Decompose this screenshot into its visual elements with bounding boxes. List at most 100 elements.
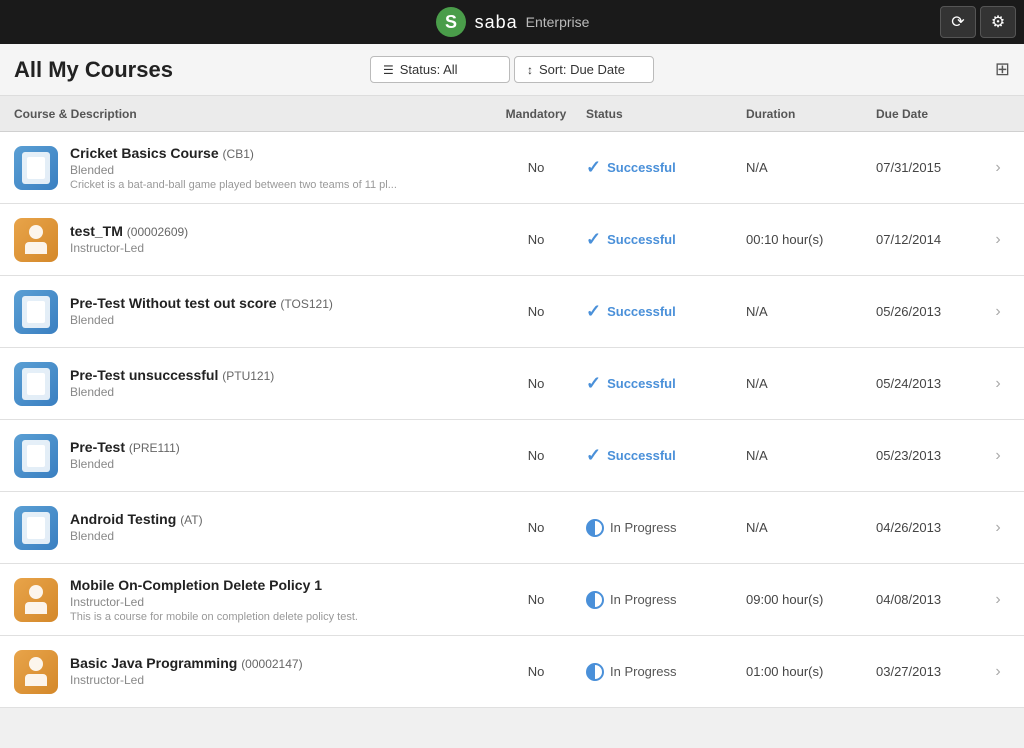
row-chevron-icon: › [986,447,1010,465]
cell-duration: N/A [746,376,876,391]
cell-due-date: 05/24/2013 [876,376,986,391]
row-chevron-icon: › [986,519,1010,537]
grid-view-button[interactable]: ⊞ [995,59,1010,80]
course-description: Cricket is a bat-and-ball game played be… [70,179,410,191]
course-name: Basic Java Programming (00002147) [70,655,486,671]
course-list: Cricket Basics Course (CB1) Blended Cricke… [0,132,1024,748]
course-type: Blended [70,385,486,399]
course-name: Android Testing (AT) [70,511,486,527]
cell-status: In Progress [586,519,746,537]
cell-mandatory: No [486,448,586,463]
cell-status: ✓ Successful [586,301,746,322]
brand-name: saba [475,12,518,33]
course-info: Cricket Basics Course (CB1) Blended Cricke… [70,145,486,191]
course-icon [14,434,58,478]
cell-due-date: 05/26/2013 [876,304,986,319]
settings-button[interactable]: ⚙ [980,6,1016,38]
cell-mandatory: No [486,520,586,535]
course-row[interactable]: Android Testing (AT) BlendedNo In Progres… [0,492,1024,564]
row-chevron-icon: › [986,375,1010,393]
cell-status: In Progress [586,663,746,681]
cell-status: In Progress [586,591,746,609]
col-header-mandatory: Mandatory [486,107,586,121]
course-info: Pre-Test unsuccessful (PTU121) Blended [70,367,486,401]
row-chevron-icon: › [986,663,1010,681]
course-type: Instructor-Led [70,673,486,687]
status-label: Successful [607,376,676,391]
cell-mandatory: No [486,160,586,175]
row-chevron-icon: › [986,591,1010,609]
sort-filter-button[interactable]: ↕ Sort: Due Date [514,56,654,83]
status-progress-icon [586,591,604,609]
course-row[interactable]: test_TM (00002609)Instructor-LedNo ✓ Suc… [0,204,1024,276]
svg-text:S: S [445,12,457,32]
course-info: test_TM (00002609)Instructor-Led [70,223,486,257]
status-label: In Progress [610,664,676,679]
course-type: Blended [70,313,486,327]
cell-status: ✓ Successful [586,445,746,466]
cell-duration: 09:00 hour(s) [746,592,876,607]
cell-mandatory: No [486,232,586,247]
status-checkmark-icon: ✓ [586,229,601,250]
course-name: Pre-Test Without test out score (TOS121) [70,295,486,311]
cell-mandatory: No [486,304,586,319]
status-label: Successful [607,232,676,247]
course-type: Blended [70,529,486,543]
grid-icon: ⊞ [995,59,1010,79]
cell-duration: 01:00 hour(s) [746,664,876,679]
course-row[interactable]: Basic Java Programming (00002147) Instruc… [0,636,1024,708]
cell-duration: N/A [746,304,876,319]
course-name: Pre-Test unsuccessful (PTU121) [70,367,486,383]
course-type: Blended [70,163,486,177]
course-name: test_TM (00002609) [70,223,486,239]
course-row[interactable]: Pre-Test Without test out score (TOS121)… [0,276,1024,348]
cell-status: ✓ Successful [586,229,746,250]
cell-status: ✓ Successful [586,157,746,178]
course-name: Mobile On-Completion Delete Policy 1 [70,577,486,593]
sort-filter-label: Sort: Due Date [539,62,625,77]
course-icon [14,218,58,262]
status-label: In Progress [610,520,676,535]
course-name: Pre-Test (PRE111) [70,439,486,455]
course-name: Cricket Basics Course (CB1) [70,145,486,161]
filter-controls: ☰ Status: All ↕ Sort: Due Date [370,56,654,83]
cell-duration: N/A [746,160,876,175]
course-info: Mobile On-Completion Delete Policy 1 Ins… [70,577,486,623]
status-progress-icon [586,663,604,681]
col-header-duration: Duration [746,107,876,121]
cell-duration: 00:10 hour(s) [746,232,876,247]
status-checkmark-icon: ✓ [586,157,601,178]
sort-icon: ↕ [527,63,533,77]
saba-logo-icon: S [435,6,467,38]
row-chevron-icon: › [986,303,1010,321]
cell-duration: N/A [746,448,876,463]
status-label: Successful [607,448,676,463]
page-header: All My Courses ☰ Status: All ↕ Sort: Due… [0,44,1024,96]
course-row[interactable]: Pre-Test (PRE111)BlendedNo ✓ SuccessfulN… [0,420,1024,492]
status-filter-button[interactable]: ☰ Status: All [370,56,510,83]
course-row[interactable]: Cricket Basics Course (CB1) Blended Cricke… [0,132,1024,204]
col-header-course: Course & Description [14,107,486,121]
cell-mandatory: No [486,664,586,679]
col-header-duedate: Due Date [876,107,986,121]
cell-status: ✓ Successful [586,373,746,394]
cell-mandatory: No [486,592,586,607]
cell-mandatory: No [486,376,586,391]
course-info: Basic Java Programming (00002147) Instruc… [70,655,486,689]
cell-due-date: 07/12/2014 [876,232,986,247]
top-navigation-bar: S saba Enterprise ⟳ ⚙ [0,0,1024,44]
course-description: This is a course for mobile on completio… [70,611,410,623]
course-type: Instructor-Led [70,595,486,609]
status-label: Successful [607,304,676,319]
course-info: Pre-Test (PRE111)Blended [70,439,486,473]
filter-icon: ☰ [383,63,394,77]
course-row[interactable]: Pre-Test unsuccessful (PTU121)BlendedNo … [0,348,1024,420]
cell-due-date: 04/26/2013 [876,520,986,535]
page-title: All My Courses [14,57,173,83]
refresh-button[interactable]: ⟳ [940,6,976,38]
course-icon [14,146,58,190]
course-row[interactable]: Mobile On-Completion Delete Policy 1 Ins… [0,564,1024,636]
top-bar-actions: ⟳ ⚙ [940,6,1016,38]
brand-logo: S saba Enterprise [435,6,590,38]
row-chevron-icon: › [986,231,1010,249]
